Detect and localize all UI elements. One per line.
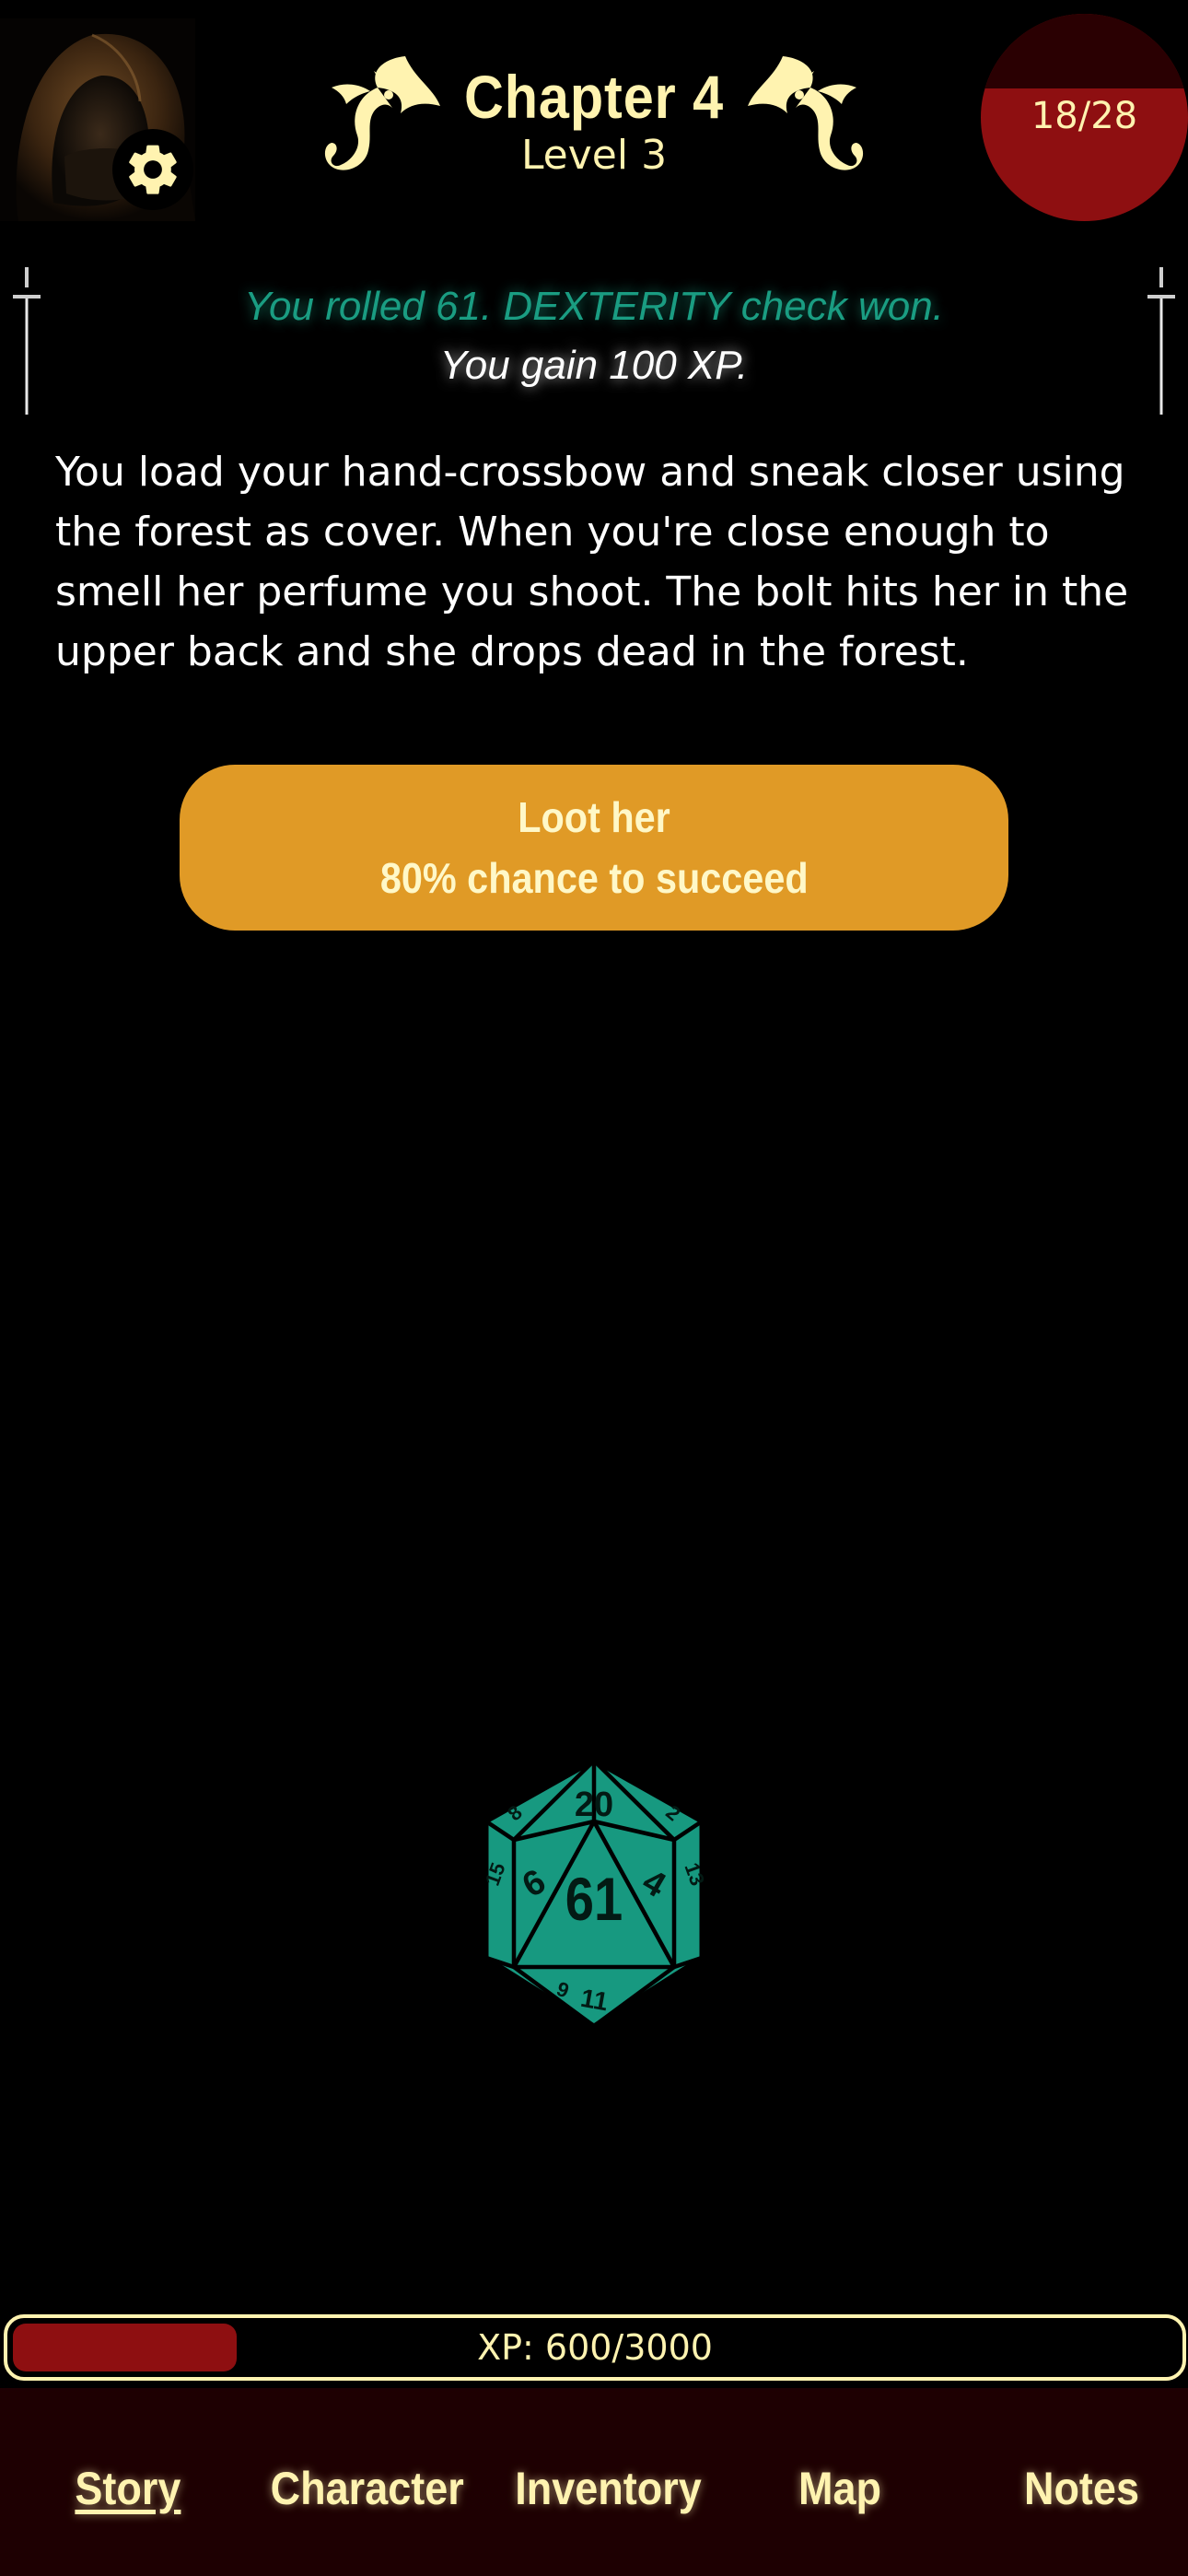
nav-tab-inventory[interactable]: Inventory	[515, 2462, 702, 2515]
choice-chance: 80% chance to succeed	[379, 854, 809, 902]
die-roll-value: 61	[565, 1865, 623, 1933]
bottom-nav: Story Character Inventory Map Notes	[0, 2388, 1188, 2576]
dragon-right-icon	[748, 56, 864, 170]
roll-result-text: You rolled 61. DEXTERITY check won.	[244, 284, 944, 329]
xp-gain-text: You gain 100 XP.	[439, 343, 749, 388]
health-value: 18/28	[1031, 95, 1138, 137]
nav-tab-notes[interactable]: Notes	[1024, 2462, 1139, 2515]
settings-button[interactable]	[112, 129, 193, 210]
d20-die[interactable]: 20 6 4 11 8 2 15 13 9 61	[470, 1755, 718, 2032]
chapter-header: Chapter 4 Level 3	[313, 51, 875, 189]
health-orb-empty	[981, 14, 1188, 88]
nav-tab-map[interactable]: Map	[798, 2462, 881, 2515]
nav-tab-character[interactable]: Character	[271, 2462, 464, 2515]
gear-icon	[129, 145, 177, 194]
choice-label: Loot her	[518, 793, 670, 841]
die-face-top: 20	[575, 1786, 613, 1824]
health-orb[interactable]: 18/28	[981, 14, 1188, 221]
xp-progress-bar: XP: 600/3000	[4, 2314, 1186, 2381]
die-face-bottom: 11	[578, 1984, 611, 2017]
story-text: You load your hand-crossbow and sneak cl…	[55, 449, 1129, 675]
xp-label: XP: 600/3000	[477, 2327, 713, 2368]
nav-tab-story[interactable]: Story	[75, 2462, 181, 2515]
loot-choice-button[interactable]: Loot her 80% chance to succeed	[180, 765, 1008, 931]
